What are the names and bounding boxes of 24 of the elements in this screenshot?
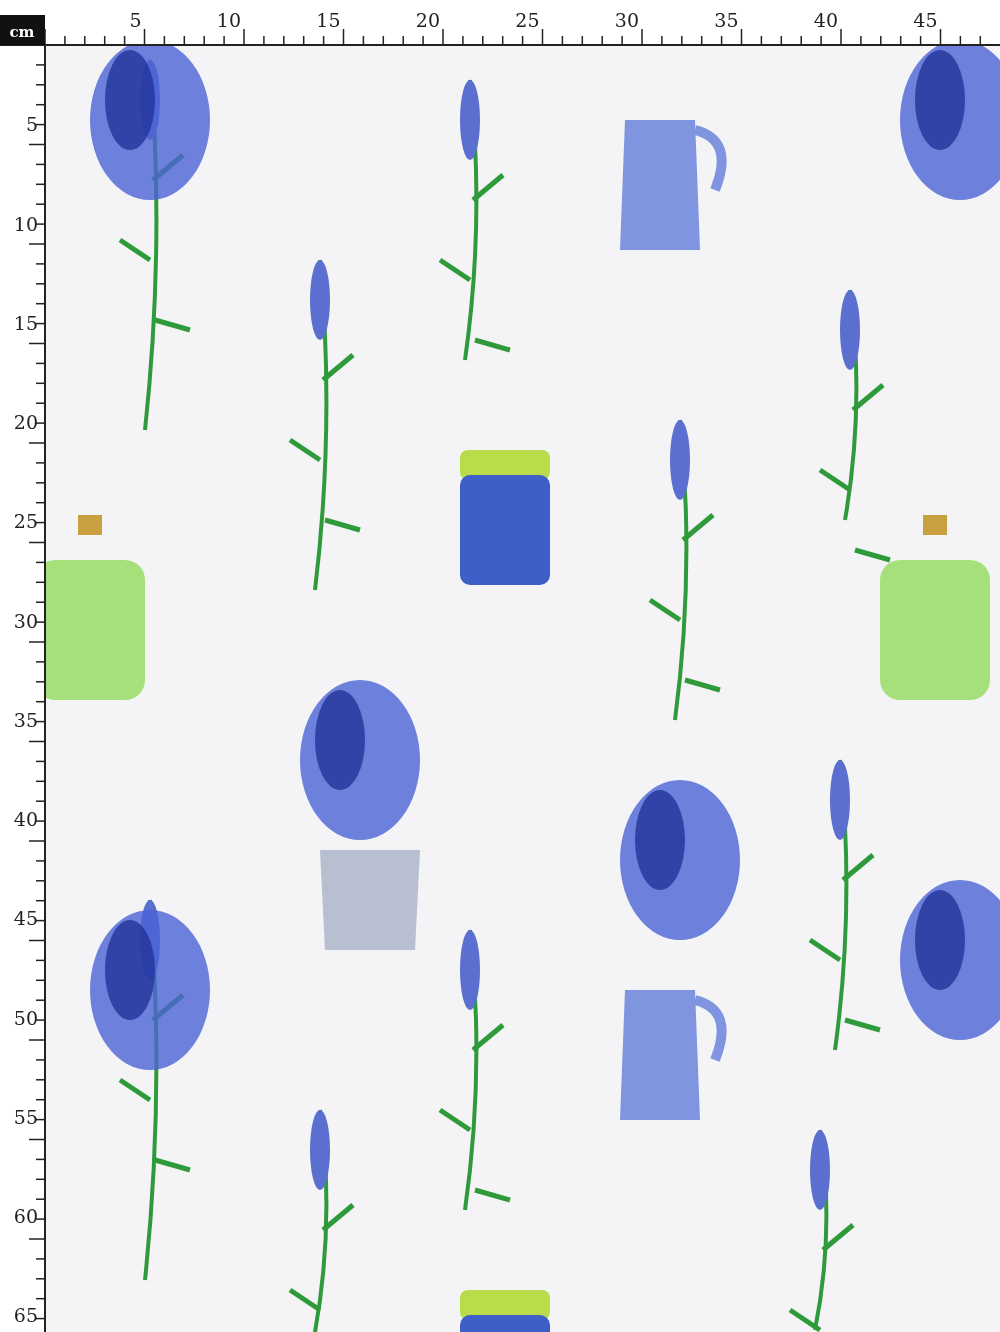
ruler-label: 30 [614, 9, 639, 31]
ruler-label: 20 [13, 411, 38, 433]
ruler-label: 15 [316, 9, 341, 31]
corner-background [0, 15, 45, 45]
ruler-label: 5 [25, 113, 38, 136]
unit-label: cm [9, 23, 35, 41]
ruler-label: 20 [415, 9, 440, 31]
ruler-label: 25 [13, 510, 38, 533]
ruler-label: 35 [13, 708, 38, 731]
ruler-label: 45 [13, 907, 38, 930]
ruler-label: 40 [13, 808, 38, 830]
ruler-label: 10 [216, 9, 241, 31]
ruler-label: 65 [13, 1304, 38, 1327]
ruler-label: 25 [515, 9, 540, 31]
ruler-label: 15 [13, 311, 38, 334]
ruler-label: 40 [813, 9, 838, 31]
ruler-label: 5 [129, 9, 142, 31]
ruler-label: 50 [13, 1006, 38, 1029]
ruler-label: 55 [13, 1105, 38, 1128]
ruler-label: 10 [13, 212, 38, 235]
ruler-label: 45 [913, 9, 938, 31]
ruler-label: 60 [13, 1205, 38, 1227]
ruler-label: 35 [714, 9, 739, 31]
ruler-label: 30 [13, 609, 38, 632]
